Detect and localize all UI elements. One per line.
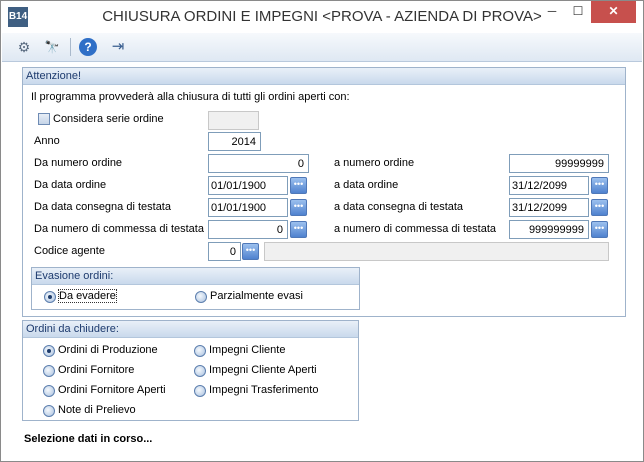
main-window: B14 CHIUSURA ORDINI E IMPEGNI <PROVA - A…: [0, 0, 644, 462]
da-numero-ordine-field[interactable]: 0: [208, 154, 309, 173]
anno-field[interactable]: 2014: [208, 132, 261, 151]
codice-agente-label: Codice agente: [34, 245, 105, 257]
a-numero-ordine-label: a numero ordine: [334, 157, 415, 169]
da-commessa-lookup-button[interactable]: •••: [290, 221, 307, 238]
a-data-ordine-field[interactable]: 31/12/2099: [509, 176, 589, 195]
close-button[interactable]: ✕: [591, 1, 636, 23]
title-bar: B14 CHIUSURA ORDINI E IMPEGNI <PROVA - A…: [1, 1, 643, 33]
minimize-button[interactable]: ─: [539, 1, 565, 23]
da-data-ordine-calendar-button[interactable]: •••: [290, 177, 307, 194]
attenzione-header: Attenzione!: [23, 68, 625, 85]
ordini-fornitore-aperti-label[interactable]: Ordini Fornitore Aperti: [58, 384, 166, 396]
ordini-fornitore-label[interactable]: Ordini Fornitore: [58, 364, 134, 376]
a-data-consegna-label: a data consegna di testata: [334, 201, 464, 213]
da-evadere-radio[interactable]: [44, 291, 56, 303]
a-data-consegna-field[interactable]: 31/12/2099: [509, 198, 589, 217]
settings-icon[interactable]: ⚙: [14, 37, 34, 57]
impegni-trasferimento-radio[interactable]: [194, 385, 206, 397]
binoculars-icon[interactable]: 🔭: [42, 37, 62, 57]
ordini-fornitore-aperti-radio[interactable]: [43, 385, 55, 397]
help-icon[interactable]: ?: [79, 38, 97, 56]
attenzione-group: Attenzione! Il programma provvederà alla…: [22, 67, 626, 317]
impegni-cliente-label[interactable]: Impegni Cliente: [209, 344, 285, 356]
impegni-cliente-aperti-radio[interactable]: [194, 365, 206, 377]
considera-serie-label: Considera serie ordine: [53, 113, 164, 125]
a-numero-ordine-field[interactable]: 99999999: [509, 154, 609, 173]
a-data-consegna-calendar-button[interactable]: •••: [591, 199, 608, 216]
toolbar-separator: [70, 38, 71, 56]
da-data-ordine-field[interactable]: 01/01/1900: [208, 176, 288, 195]
ordini-da-chiudere-group: Ordini da chiudere: Ordini di Produzione…: [22, 320, 359, 421]
da-data-consegna-field[interactable]: 01/01/1900: [208, 198, 288, 217]
da-data-consegna-label: Da data consegna di testata: [34, 201, 171, 213]
ordini-produzione-radio[interactable]: [43, 345, 55, 357]
impegni-cliente-radio[interactable]: [194, 345, 206, 357]
da-numero-ordine-label: Da numero ordine: [34, 157, 123, 169]
content-area: Attenzione! Il programma provvederà alla…: [2, 62, 642, 460]
parzialmente-evasi-label[interactable]: Parzialmente evasi: [210, 290, 303, 302]
a-data-ordine-calendar-button[interactable]: •••: [591, 177, 608, 194]
a-data-ordine-label: a data ordine: [334, 179, 399, 191]
ordini-produzione-label[interactable]: Ordini di Produzione: [58, 344, 158, 356]
da-commessa-label: Da numero di commessa di testata: [34, 223, 204, 235]
toolbar: ⚙ 🔭 ? ⇥: [2, 33, 642, 62]
considera-serie-checkbox[interactable]: [38, 113, 50, 125]
impegni-trasferimento-label[interactable]: Impegni Trasferimento: [209, 384, 318, 396]
evasione-group: Evasione ordini: Da evadere Parzialmente…: [31, 267, 360, 310]
status-text: Selezione dati in corso...: [24, 433, 153, 445]
codice-agente-field[interactable]: 0: [208, 242, 241, 261]
codice-agente-lookup-button[interactable]: •••: [242, 243, 259, 260]
parzialmente-evasi-radio[interactable]: [195, 291, 207, 303]
serie-ordine-field[interactable]: [208, 111, 259, 130]
impegni-cliente-aperti-label[interactable]: Impegni Cliente Aperti: [209, 364, 317, 376]
anno-label: Anno: [34, 135, 60, 147]
a-commessa-label: a numero di commessa di testata: [334, 223, 497, 235]
da-data-ordine-label: Da data ordine: [34, 179, 107, 191]
note-prelievo-radio[interactable]: [43, 405, 55, 417]
info-text: Il programma provvederà alla chiusura di…: [31, 91, 350, 103]
exit-icon[interactable]: ⇥: [108, 37, 128, 57]
note-prelievo-label[interactable]: Note di Prelievo: [58, 404, 136, 416]
agente-description-field: [264, 242, 609, 261]
ordini-fornitore-radio[interactable]: [43, 365, 55, 377]
evasione-header: Evasione ordini:: [32, 268, 359, 285]
a-commessa-lookup-button[interactable]: •••: [591, 221, 608, 238]
da-evadere-label[interactable]: Da evadere: [58, 289, 117, 303]
ordini-header: Ordini da chiudere:: [23, 321, 358, 338]
da-data-consegna-calendar-button[interactable]: •••: [290, 199, 307, 216]
maximize-button[interactable]: ☐: [565, 1, 591, 23]
da-commessa-field[interactable]: 0: [208, 220, 288, 239]
a-commessa-field[interactable]: 999999999: [509, 220, 589, 239]
